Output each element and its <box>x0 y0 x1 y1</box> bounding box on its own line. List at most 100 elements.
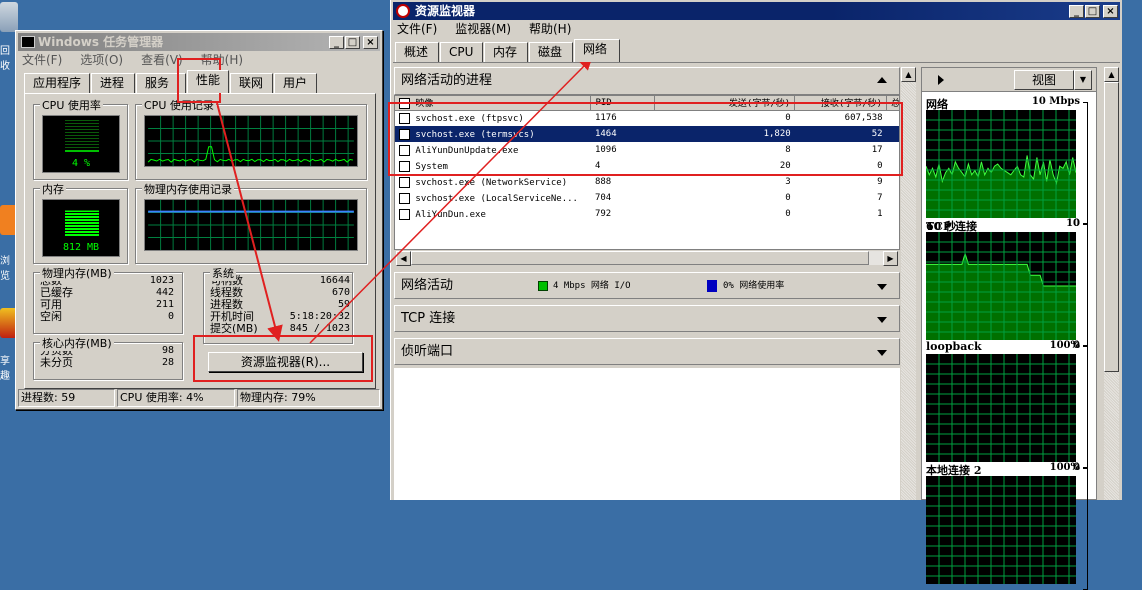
desktop-icon-label: 浏览 <box>0 256 10 282</box>
memory-label: 内存 <box>40 181 66 197</box>
collapse-icon[interactable] <box>877 77 887 83</box>
status-cpu: CPU 使用率: 4% <box>117 389 235 407</box>
annotation-box-resource-monitor-button <box>193 335 373 382</box>
status-bar: 进程数: 59 CPU 使用率: 4% 物理内存: 79% <box>18 389 380 407</box>
tab-cpu[interactable]: CPU <box>440 42 483 62</box>
tab-performance[interactable]: 性能 <box>187 70 230 93</box>
close-button[interactable]: × <box>1103 5 1118 18</box>
cpu-usage-value: 4 % <box>71 158 91 169</box>
system-rows: 句柄数16644线程数670进程数59开机时间5:18:20:32提交(MB)8… <box>210 275 350 335</box>
graph-max-label: 100% <box>1049 462 1080 473</box>
graph-canvas <box>926 354 1076 462</box>
network-graph: TCP 连接 10 0 <box>922 218 1096 351</box>
stat-value: 16644 <box>319 275 350 286</box>
usage-legend-swatch <box>707 280 717 292</box>
horizontal-scrollbar[interactable]: ◀ ▶ <box>395 250 899 266</box>
cell-image: svchost.exe (NetworkService) <box>395 174 591 190</box>
content-area <box>394 368 900 500</box>
graph-bracket <box>1083 346 1088 468</box>
scroll-up-button[interactable]: ▲ <box>901 67 916 82</box>
menu-file[interactable]: 文件(F) <box>395 20 439 38</box>
recycle-bin-icon[interactable] <box>0 2 18 32</box>
minimize-button[interactable]: _ <box>329 36 344 49</box>
graph-bracket <box>1083 102 1088 224</box>
scroll-left-button[interactable]: ◀ <box>396 251 411 266</box>
tcp-connections-header[interactable]: TCP 连接 <box>394 305 900 332</box>
window-title: Windows 任务管理器 <box>38 35 164 49</box>
physical-memory-label: 物理内存(MB) <box>40 265 114 281</box>
panel-title: TCP 连接 <box>401 311 456 326</box>
stat-label: 未分页 <box>40 356 73 369</box>
maximize-button[interactable]: □ <box>1085 5 1100 18</box>
graph-canvas <box>926 110 1076 218</box>
row-checkbox[interactable] <box>399 176 410 188</box>
table-row[interactable]: svchost.exe (LocalServiceNe... 704 0 7 <box>395 190 899 206</box>
scroll-right-button[interactable]: ▶ <box>883 251 898 266</box>
cell-pid: 888 <box>594 177 612 187</box>
main-vertical-scrollbar[interactable]: ▲ <box>901 67 916 500</box>
stat-row: 未分页 28 <box>40 357 174 369</box>
memory-history-graph <box>144 199 358 251</box>
tab-applications[interactable]: 应用程序 <box>24 73 91 93</box>
kernel-memory-label: 核心内存(MB) <box>40 335 114 351</box>
row-checkbox[interactable] <box>399 192 410 204</box>
tab-disk[interactable]: 磁盘 <box>529 42 573 62</box>
network-activity-header[interactable]: 网络活动 4 Mbps 网络 I/O 0% 网络使用率 <box>394 272 900 299</box>
expand-icon[interactable] <box>877 317 887 323</box>
menu-help[interactable]: 帮助(H) <box>527 20 573 38</box>
stat-value: 845 / 1023 <box>289 323 350 334</box>
expand-pane-icon[interactable] <box>938 75 944 85</box>
graph-bracket <box>1083 468 1088 590</box>
tab-processes[interactable]: 进程 <box>91 73 136 93</box>
stat-row: 提交(MB) 845 / 1023 <box>210 323 350 335</box>
scrollbar-thumb[interactable] <box>1104 82 1119 372</box>
expand-icon[interactable] <box>877 350 887 356</box>
table-row[interactable]: AliYunDun.exe 792 0 1 <box>395 206 899 222</box>
scroll-up-button[interactable]: ▲ <box>1104 67 1119 82</box>
maximize-button[interactable]: □ <box>345 36 360 49</box>
table-row[interactable]: svchost.exe (NetworkService) 888 3 9 <box>395 174 899 190</box>
resource-monitor-titlebar[interactable]: 资源监视器 _ □ × <box>393 2 1120 20</box>
usage-legend-label: 0% 网络使用率 <box>723 281 785 291</box>
stat-value: 211 <box>155 299 174 310</box>
window-title: 资源监视器 <box>415 4 476 18</box>
cpu-usage-label: CPU 使用率 <box>40 97 103 113</box>
close-button[interactable]: × <box>363 36 378 49</box>
stat-value: 59 <box>337 299 350 310</box>
expand-icon[interactable] <box>877 284 887 290</box>
panel-title: 网络活动的进程 <box>401 73 493 88</box>
stat-value: 670 <box>331 287 350 298</box>
row-checkbox[interactable] <box>399 208 410 220</box>
stat-row: 空闲 0 <box>40 311 174 323</box>
desktop: 回收 浏览 享趣 <box>0 0 18 500</box>
tab-networking[interactable]: 联网 <box>230 73 274 93</box>
network-processes-header[interactable]: 网络活动的进程 <box>394 67 900 95</box>
annotation-box-network-processes <box>388 102 903 176</box>
graph-max-label: 100% <box>1049 340 1080 351</box>
view-button[interactable]: 视图 <box>1014 70 1074 90</box>
view-dropdown-button[interactable]: ▼ <box>1074 70 1092 90</box>
memory-meter: 812 MB <box>42 199 120 257</box>
graph-pane-scrollbar[interactable]: ▲ <box>1104 67 1119 500</box>
cell-total <box>887 190 899 206</box>
tab-memory[interactable]: 内存 <box>484 42 528 62</box>
menu-options[interactable]: 选项(O) <box>78 51 125 69</box>
graph-background <box>926 476 1076 584</box>
menu-file[interactable]: 文件(F) <box>20 51 64 69</box>
minimize-button[interactable]: _ <box>1069 5 1084 18</box>
menu-monitor[interactable]: 监视器(M) <box>453 20 513 38</box>
graph-title: loopback <box>926 340 982 353</box>
tab-overview[interactable]: 概述 <box>395 42 439 62</box>
panel-title: 网络活动 <box>401 278 454 293</box>
cpu-usage-meter: 4 % <box>42 115 120 173</box>
cpu-history-group: CPU 使用记录 <box>135 97 367 180</box>
tab-users[interactable]: 用户 <box>274 73 318 93</box>
stat-label: 空闲 <box>40 310 62 323</box>
tab-network[interactable]: 网络 <box>574 39 620 62</box>
task-manager-titlebar[interactable]: Windows 任务管理器 _ □ × <box>18 33 380 51</box>
stat-value: 5:18:20:32 <box>289 311 350 322</box>
listening-ports-header[interactable]: 侦听端口 <box>394 338 900 365</box>
scrollbar-thumb[interactable] <box>411 251 869 265</box>
graph-canvas <box>926 232 1076 340</box>
cpu-history-line <box>147 146 354 163</box>
